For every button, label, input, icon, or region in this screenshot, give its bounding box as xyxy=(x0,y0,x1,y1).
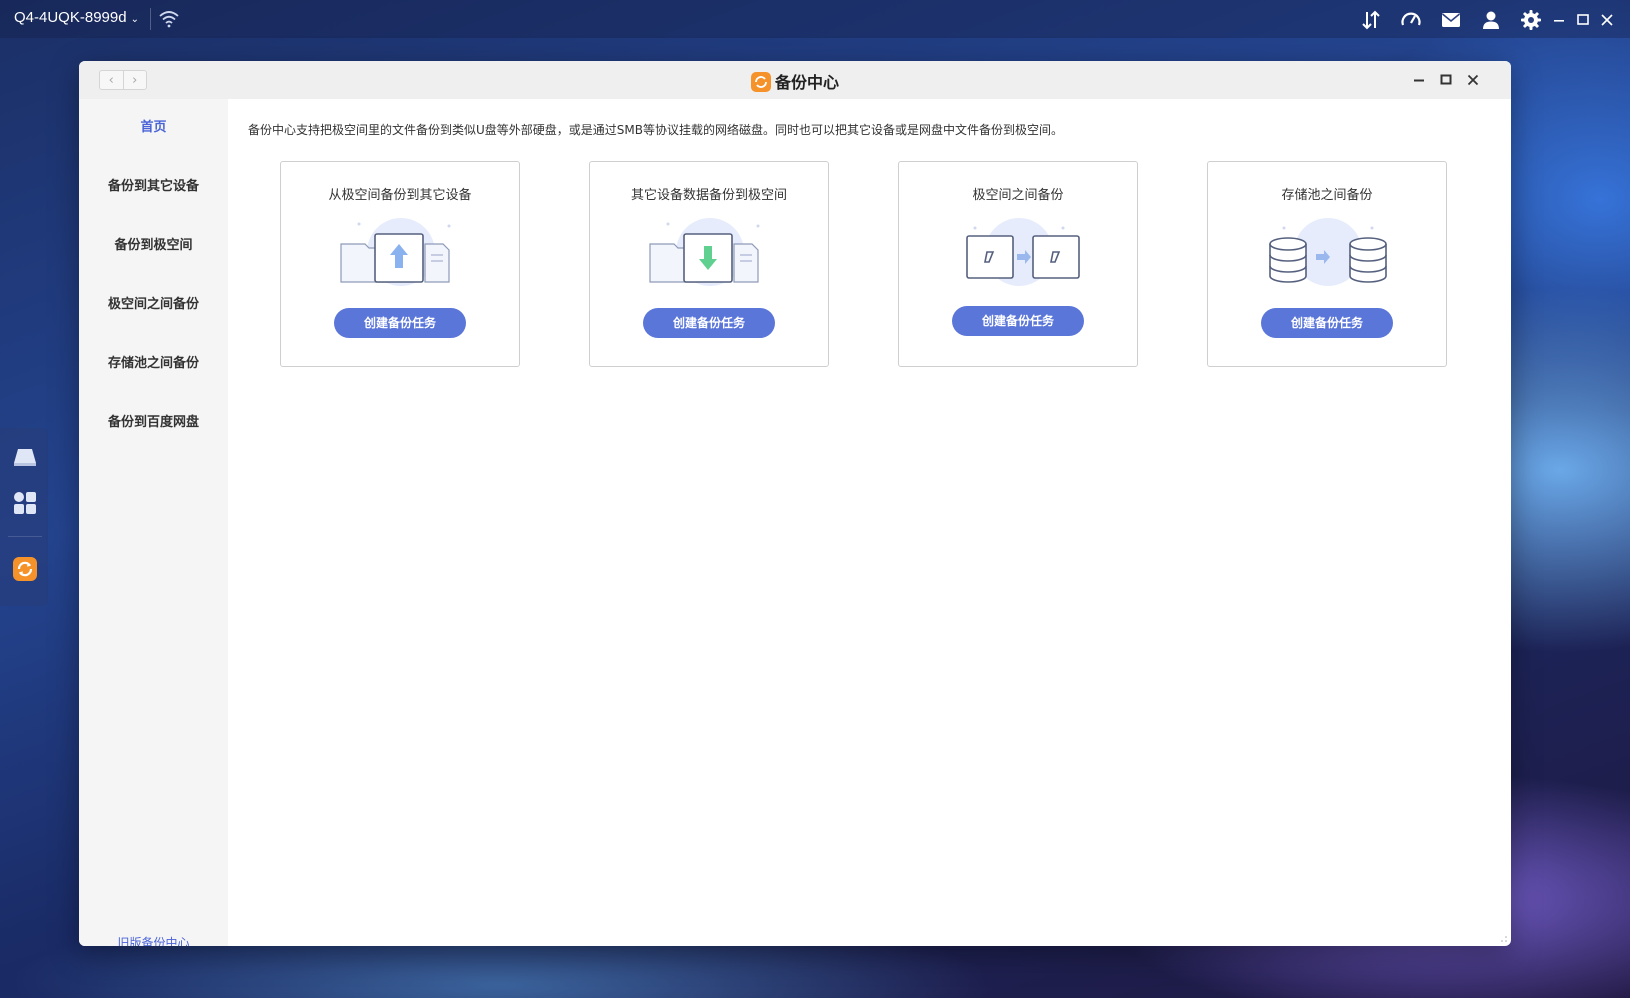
window-maximize-icon[interactable] xyxy=(1435,69,1457,91)
side-dock xyxy=(0,428,48,606)
transfer-icon[interactable] xyxy=(1360,9,1382,31)
card-title: 从极空间备份到其它设备 xyxy=(328,188,472,203)
speed-gauge-icon[interactable] xyxy=(1400,9,1422,31)
card-backup-to-other-devices: 从极空间备份到其它设备 创建备份任务 xyxy=(280,161,520,367)
window-minimize-icon[interactable] xyxy=(1408,69,1430,91)
dock-divider xyxy=(8,536,42,537)
mail-icon[interactable] xyxy=(1440,9,1462,31)
backup-center-window: ‹ › 备份中心 首页 备份到其它设备 备份到极空间 极空间之间备份 存储池之间… xyxy=(79,61,1511,946)
create-backup-task-button[interactable]: 创建备份任务 xyxy=(643,308,775,338)
folder-download-icon xyxy=(649,218,760,286)
user-icon[interactable] xyxy=(1480,9,1502,31)
window-title-text: 备份中心 xyxy=(774,73,839,92)
window-title: 备份中心 xyxy=(79,69,1511,93)
settings-gear-icon[interactable] xyxy=(1520,9,1542,31)
create-backup-task-button[interactable]: 创建备份任务 xyxy=(952,306,1084,336)
device-to-device-icon xyxy=(966,218,1080,286)
desktop-background: Q4-4UQK-8999d ⌄ ‹ › 备份中心 首页 备份到其它设备 备份到极… xyxy=(0,0,1630,998)
card-zspace-to-zspace: 极空间之间备份 创建备份任务 xyxy=(898,161,1138,367)
create-backup-task-button[interactable]: 创建备份任务 xyxy=(1261,308,1393,338)
sidebar-item-home[interactable]: 首页 xyxy=(79,113,228,143)
window-titlebar: ‹ › 备份中心 xyxy=(79,61,1511,99)
card-title: 极空间之间备份 xyxy=(972,188,1064,203)
card-title: 存储池之间备份 xyxy=(1281,188,1373,203)
sidebar-item-zspace-to-zspace[interactable]: 极空间之间备份 xyxy=(79,290,228,320)
maximize-icon[interactable] xyxy=(1572,9,1594,31)
chevron-down-icon: ⌄ xyxy=(130,14,139,25)
card-pool-to-pool: 存储池之间备份 创建备份任务 xyxy=(1207,161,1447,367)
device-selector[interactable]: Q4-4UQK-8999d ⌄ xyxy=(14,9,139,26)
sidebar-item-pool-to-pool[interactable]: 存储池之间备份 xyxy=(79,349,228,379)
sidebar-item-baidu-netdisk[interactable]: 备份到百度网盘 xyxy=(79,408,228,438)
backup-center-icon[interactable] xyxy=(12,556,38,582)
sidebar-item-backup-to-zspace[interactable]: 备份到极空间 xyxy=(79,231,228,261)
create-backup-task-button[interactable]: 创建备份任务 xyxy=(334,308,466,338)
top-bar: Q4-4UQK-8999d ⌄ xyxy=(0,0,1630,38)
topbar-divider xyxy=(150,8,151,30)
old-backup-center-link[interactable]: 旧版备份中心 xyxy=(79,934,228,946)
wifi-icon[interactable] xyxy=(158,9,180,29)
card-title: 其它设备数据备份到极空间 xyxy=(630,188,787,203)
sidebar-item-backup-to-other-devices[interactable]: 备份到其它设备 xyxy=(79,172,228,202)
device-name-label: Q4-4UQK-8999d xyxy=(14,9,127,26)
intro-text: 备份中心支持把极空间里的文件备份到类似U盘等外部硬盘，或是通过SMB等协议挂载的… xyxy=(248,123,1063,137)
card-backup-to-zspace: 其它设备数据备份到极空间 创建备份任务 xyxy=(589,161,829,367)
folder-upload-icon xyxy=(340,218,451,286)
resize-grip-icon[interactable] xyxy=(1500,935,1508,943)
window-close-icon[interactable] xyxy=(1462,69,1484,91)
database-to-database-icon xyxy=(1269,218,1387,286)
close-icon[interactable] xyxy=(1596,9,1618,31)
sidebar: 首页 备份到其它设备 备份到极空间 极空间之间备份 存储池之间备份 备份到百度网… xyxy=(79,99,228,946)
backup-center-app-icon xyxy=(750,72,771,92)
apps-grid-icon[interactable] xyxy=(12,490,38,516)
minimize-icon[interactable] xyxy=(1548,9,1570,31)
drive-icon[interactable] xyxy=(12,444,38,470)
